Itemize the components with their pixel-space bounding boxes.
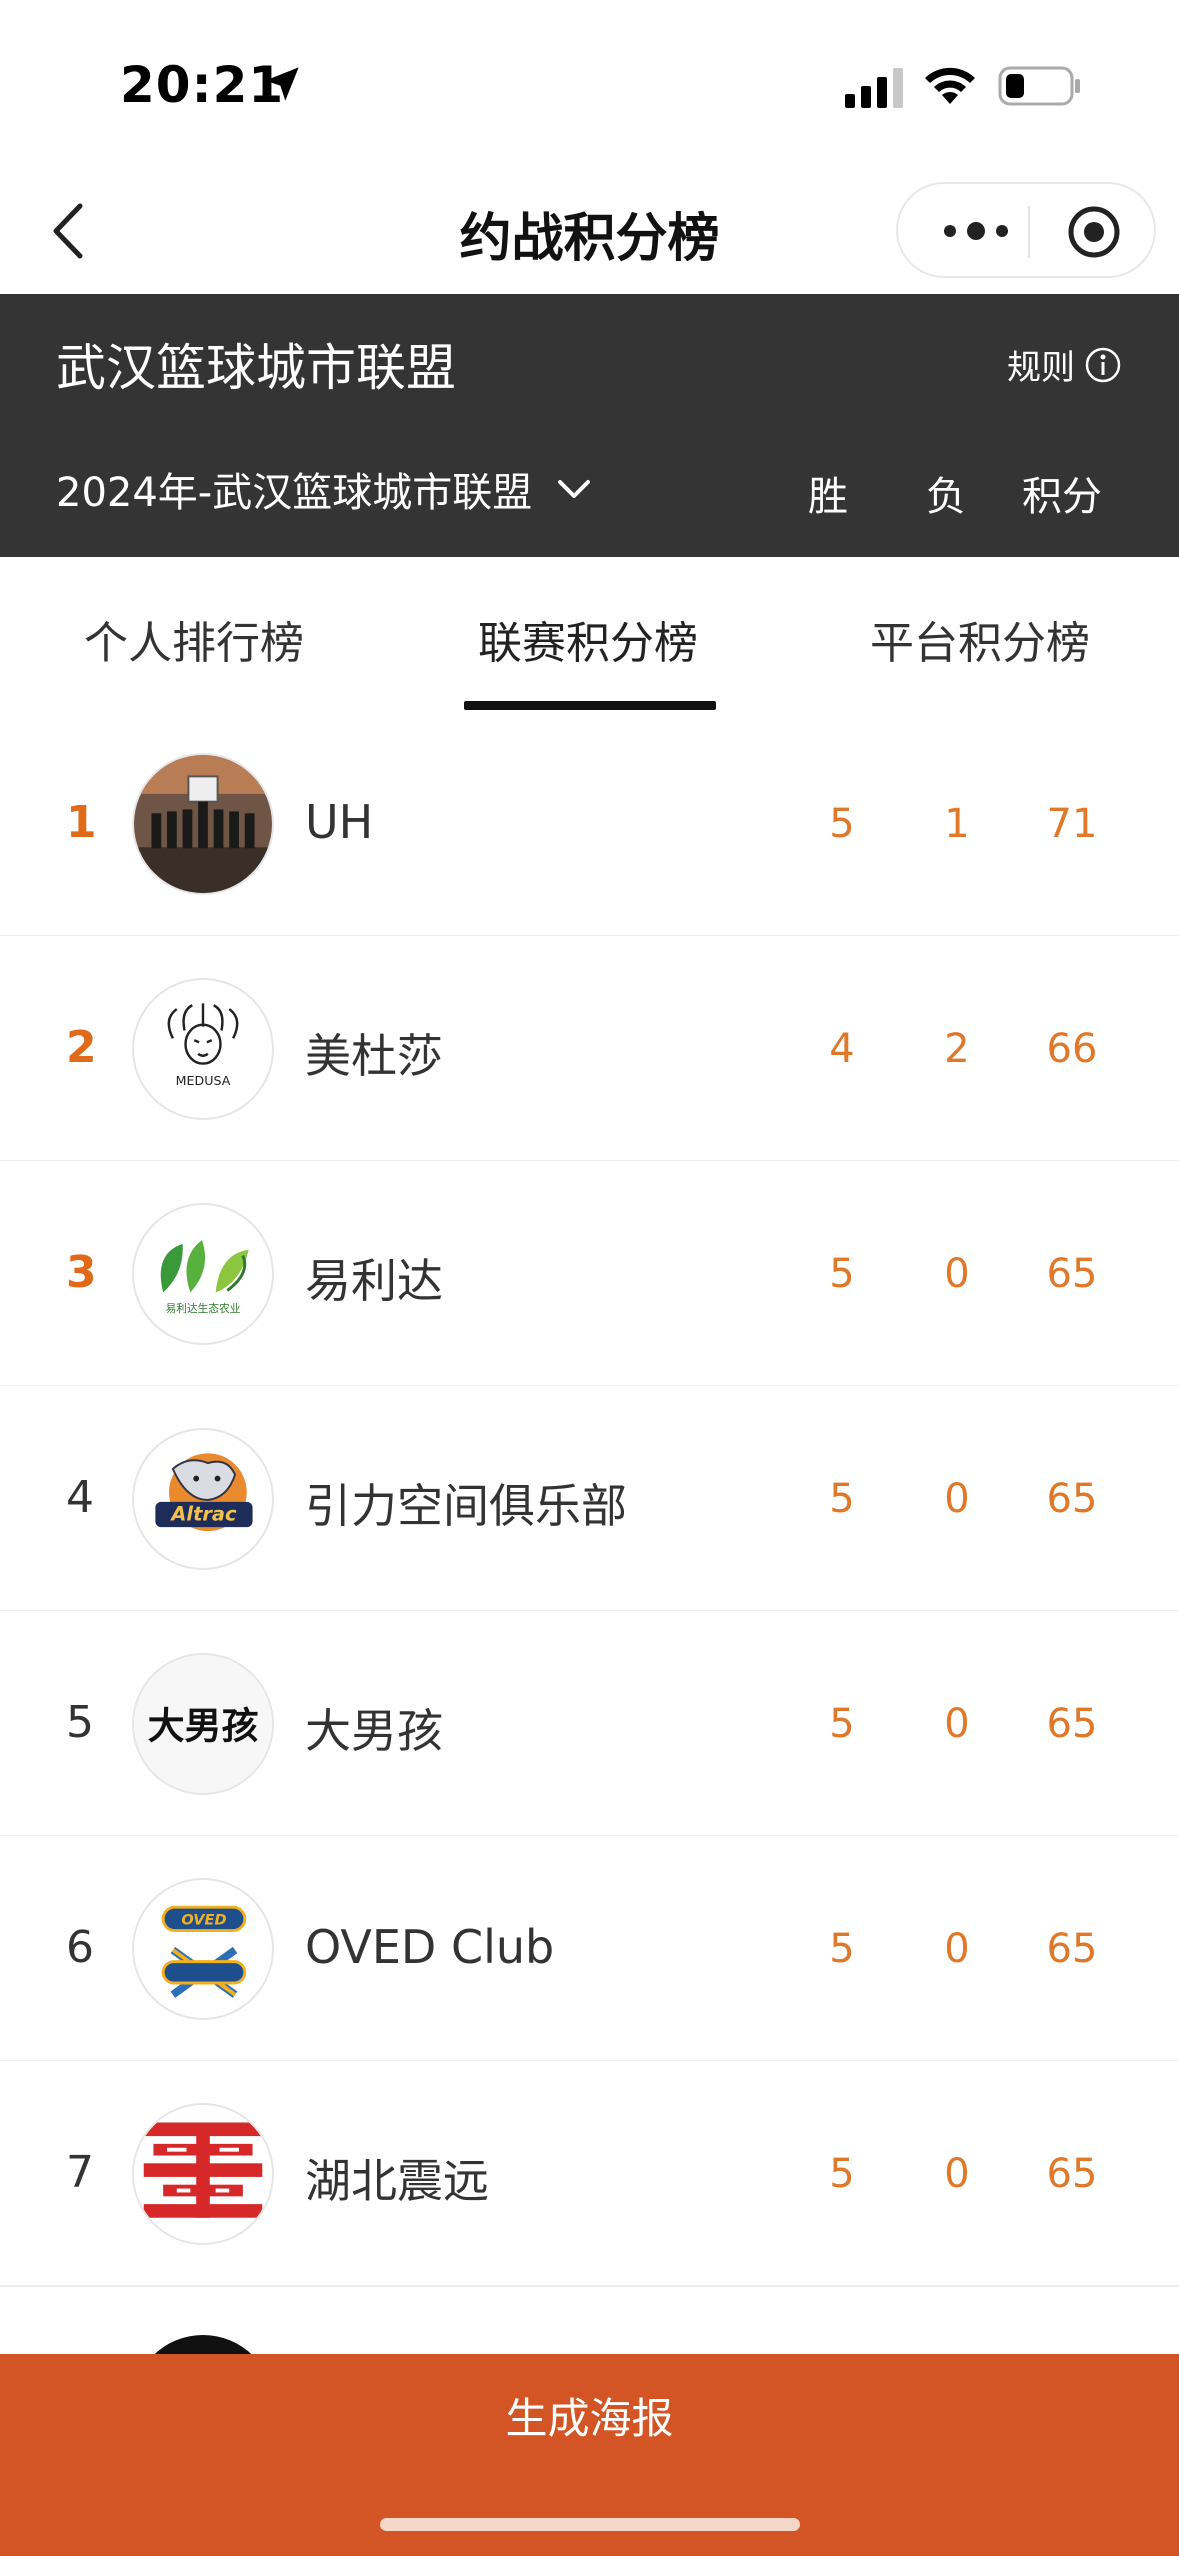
team-row[interactable]: 1 UH 5 1 71 [0,711,1179,937]
logo-text: OVED [181,1912,226,1929]
league-name: 武汉篮球城市联盟 [56,339,456,397]
team-losses: 0 [944,1701,970,1747]
team-losses: 0 [944,1251,970,1297]
rules-label: 规则 [1007,348,1075,388]
team-losses: 1 [944,801,970,847]
calligraphy-logo-icon: 大男孩 [134,1655,272,1793]
column-header-losses: 负 [926,474,966,520]
team-rank: 7 [66,2147,94,2198]
miniprogram-capsule [896,182,1156,278]
tab-platform-standings[interactable]: 平台积分榜 [870,607,1090,671]
team-logo: MEDUSA [132,978,274,1120]
team-wins: 5 [829,1251,855,1297]
team-points: 65 [1046,1251,1098,1297]
active-tab-indicator [464,701,716,710]
leaf-logo-icon: 易利达生态农业 [160,1239,249,1315]
team-wins: 5 [829,1476,855,1522]
team-points: 66 [1046,1026,1098,1072]
team-rank: 4 [66,1472,94,1523]
team-wins: 5 [829,1926,855,1972]
team-wins: 5 [829,801,855,847]
team-logo [132,2103,274,2245]
cellular-signal-icon [845,68,903,108]
team-rank: 1 [66,797,97,848]
team-logo: 易利达生态农业 [132,1203,274,1345]
team-logo: OVED [132,1878,274,2020]
logo-text: 易利达生态农业 [166,1302,241,1315]
team-rank: 5 [66,1697,94,1748]
team-photo-image [134,755,272,893]
team-points: 65 [1046,2151,1098,2197]
bear-logo-icon: Altrac [155,1453,253,1532]
team-points: 65 [1046,1926,1098,1972]
team-name: OVED Club [305,1920,555,1974]
team-losses: 0 [944,1476,970,1522]
team-losses: 0 [944,1926,970,1972]
team-logo: Altrac [132,1428,274,1570]
more-dots-icon[interactable] [936,208,1016,254]
team-points: 65 [1046,1476,1098,1522]
team-row[interactable]: 4 Altrac 引力空间俱乐部 5 0 65 [0,1386,1179,1612]
team-row[interactable]: 3 易利达生态农业 易利达 5 0 65 [0,1161,1179,1387]
wifi-icon [925,67,975,104]
team-losses: 0 [944,2151,970,2197]
nav-bar: 约战积分榜 [0,170,1179,294]
logo-text: 大男孩 [148,1704,259,1748]
location-arrow-icon [265,67,299,101]
league-header: 武汉篮球城市联盟 规则 2024年-武汉篮球城市联盟 胜 负 积分 [0,294,1179,557]
team-name: 易利达 [305,1254,443,1308]
rules-link[interactable]: 规则 [1007,340,1123,389]
status-time: 20:21 [120,56,285,114]
ranking-tabs: 个人排行榜 联赛积分榜 平台积分榜 [0,557,1179,713]
team-rank: 2 [66,1022,97,1073]
team-points: 71 [1046,801,1098,847]
team-name: 引力空间俱乐部 [305,1479,627,1533]
team-rank: 3 [66,1247,97,1298]
tab-personal-ranking[interactable]: 个人排行榜 [84,607,304,671]
chevron-down-icon [558,480,591,498]
team-row[interactable]: 5 大男孩 大男孩 5 0 65 [0,1611,1179,1837]
column-header-wins: 胜 [808,474,848,520]
team-points: 65 [1046,1701,1098,1747]
team-logo: 大男孩 [132,1653,274,1795]
team-wins: 4 [829,1026,855,1072]
home-indicator [380,2518,800,2531]
team-name: 大男孩 [305,1704,443,1758]
team-name: 湖北震远 [305,2154,489,2208]
season-selector[interactable]: 2024年-武汉篮球城市联盟 [56,460,594,518]
tab-league-standings[interactable]: 联赛积分榜 [478,607,698,671]
team-row[interactable]: 7 湖北震远 5 0 65 [0,2061,1179,2287]
red-seal-logo-icon [134,2105,272,2243]
status-bar: 20:21 [0,0,1179,170]
logo-text: MEDUSA [176,1073,231,1088]
info-icon [1085,347,1121,382]
column-header-points: 积分 [1022,474,1102,520]
battery-icon [998,66,1080,106]
team-name: 美杜莎 [305,1029,443,1083]
team-rank: 6 [66,1922,94,1973]
season-label: 2024年-武汉篮球城市联盟 [56,470,533,516]
team-row[interactable]: 2 MEDUSA 美杜莎 4 2 66 [0,936,1179,1162]
team-row[interactable]: 6 OVED OVED Club 5 0 65 [0,1836,1179,2062]
medusa-logo-icon: MEDUSA [167,1003,239,1088]
close-target-icon[interactable] [1066,204,1122,260]
oved-logo-icon: OVED [161,1905,247,1998]
bottom-action-bar: 生成海报 [0,2354,1179,2556]
team-wins: 5 [829,1701,855,1747]
generate-poster-button[interactable]: 生成海报 [0,2354,1179,2484]
team-name: UH [305,795,374,849]
team-losses: 2 [944,1026,970,1072]
capsule-divider [1028,206,1030,258]
logo-text: Altrac [169,1502,237,1525]
team-wins: 5 [829,2151,855,2197]
team-logo [132,753,274,895]
